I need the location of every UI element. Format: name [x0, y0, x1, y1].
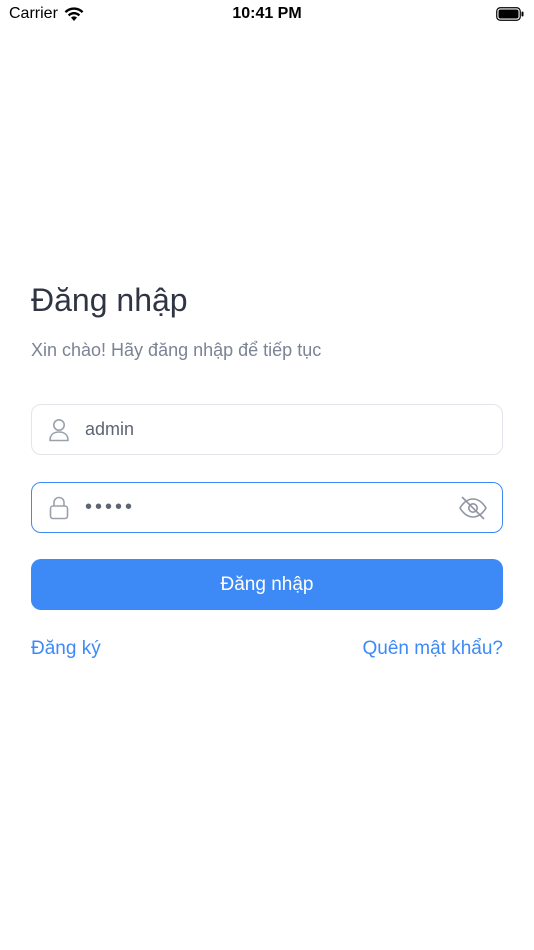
page-title: Đăng nhập	[31, 282, 188, 318]
lock-icon	[47, 496, 71, 520]
page-subtitle: Xin chào! Hãy đăng nhập để tiếp tục	[31, 340, 322, 360]
password-input[interactable]: •••••	[85, 496, 458, 519]
forgot-password-link[interactable]: Quên mật khẩu?	[363, 638, 503, 660]
login-button[interactable]: Đăng nhập	[31, 559, 503, 610]
status-bar: Carrier 10:41 PM	[0, 0, 534, 28]
username-field[interactable]: admin	[31, 404, 503, 455]
username-input[interactable]: admin	[85, 419, 502, 440]
eye-off-icon[interactable]	[458, 493, 488, 523]
user-icon	[47, 418, 71, 442]
password-field[interactable]: •••••	[31, 482, 503, 533]
status-time: 10:41 PM	[232, 5, 302, 22]
register-link[interactable]: Đăng ký	[31, 638, 101, 660]
battery-icon	[496, 7, 524, 21]
